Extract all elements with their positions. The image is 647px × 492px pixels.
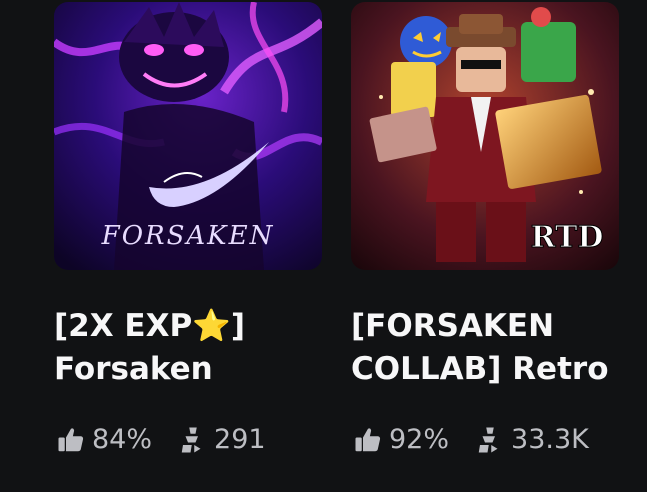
game-title-line2: COLLAB] Retro: [351, 351, 609, 387]
game-card-retro[interactable]: RTD [FORSAKEN COLLAB] Retro 92% 33.3K: [351, 0, 621, 455]
players-value: 291: [214, 424, 266, 455]
game-title-line1: [FORSAKEN: [351, 308, 555, 344]
game-title-suffix: ]: [230, 308, 246, 344]
game-card-forsaken[interactable]: FORSAKEN [2X EXP⭐] Forsaken 84% 291: [54, 0, 324, 455]
game-title[interactable]: [FORSAKEN COLLAB] Retro: [351, 305, 641, 391]
forsaken-logo-text: FORSAKEN: [101, 221, 275, 251]
game-thumbnail-art: FORSAKEN: [54, 2, 322, 270]
game-stats: 84% 291: [56, 424, 266, 455]
game-thumbnail-art: RTD: [351, 2, 619, 270]
game-title[interactable]: [2X EXP⭐] Forsaken: [54, 305, 344, 391]
game-title-name: Forsaken: [54, 351, 213, 387]
rtd-logo-text: RTD: [531, 220, 604, 255]
thumbs-up-icon: [355, 427, 381, 451]
rating-value: 92%: [389, 424, 450, 455]
rating-stat: 84%: [56, 424, 152, 455]
players-icon: [478, 427, 498, 452]
rating-stat: 92%: [353, 424, 449, 455]
game-thumbnail[interactable]: FORSAKEN: [54, 2, 322, 270]
players-icon: [181, 427, 201, 452]
players-stat: 291: [178, 424, 266, 455]
players-stat: 33.3K: [475, 424, 589, 455]
game-title-prefix: [2X EXP: [54, 308, 193, 344]
thumbs-up-icon: [58, 427, 84, 451]
players-value: 33.3K: [511, 424, 589, 455]
game-thumbnail[interactable]: RTD: [351, 2, 619, 270]
rating-value: 84%: [92, 424, 153, 455]
star-emoji-icon: ⭐: [192, 308, 231, 344]
game-stats: 92% 33.3K: [353, 424, 589, 455]
